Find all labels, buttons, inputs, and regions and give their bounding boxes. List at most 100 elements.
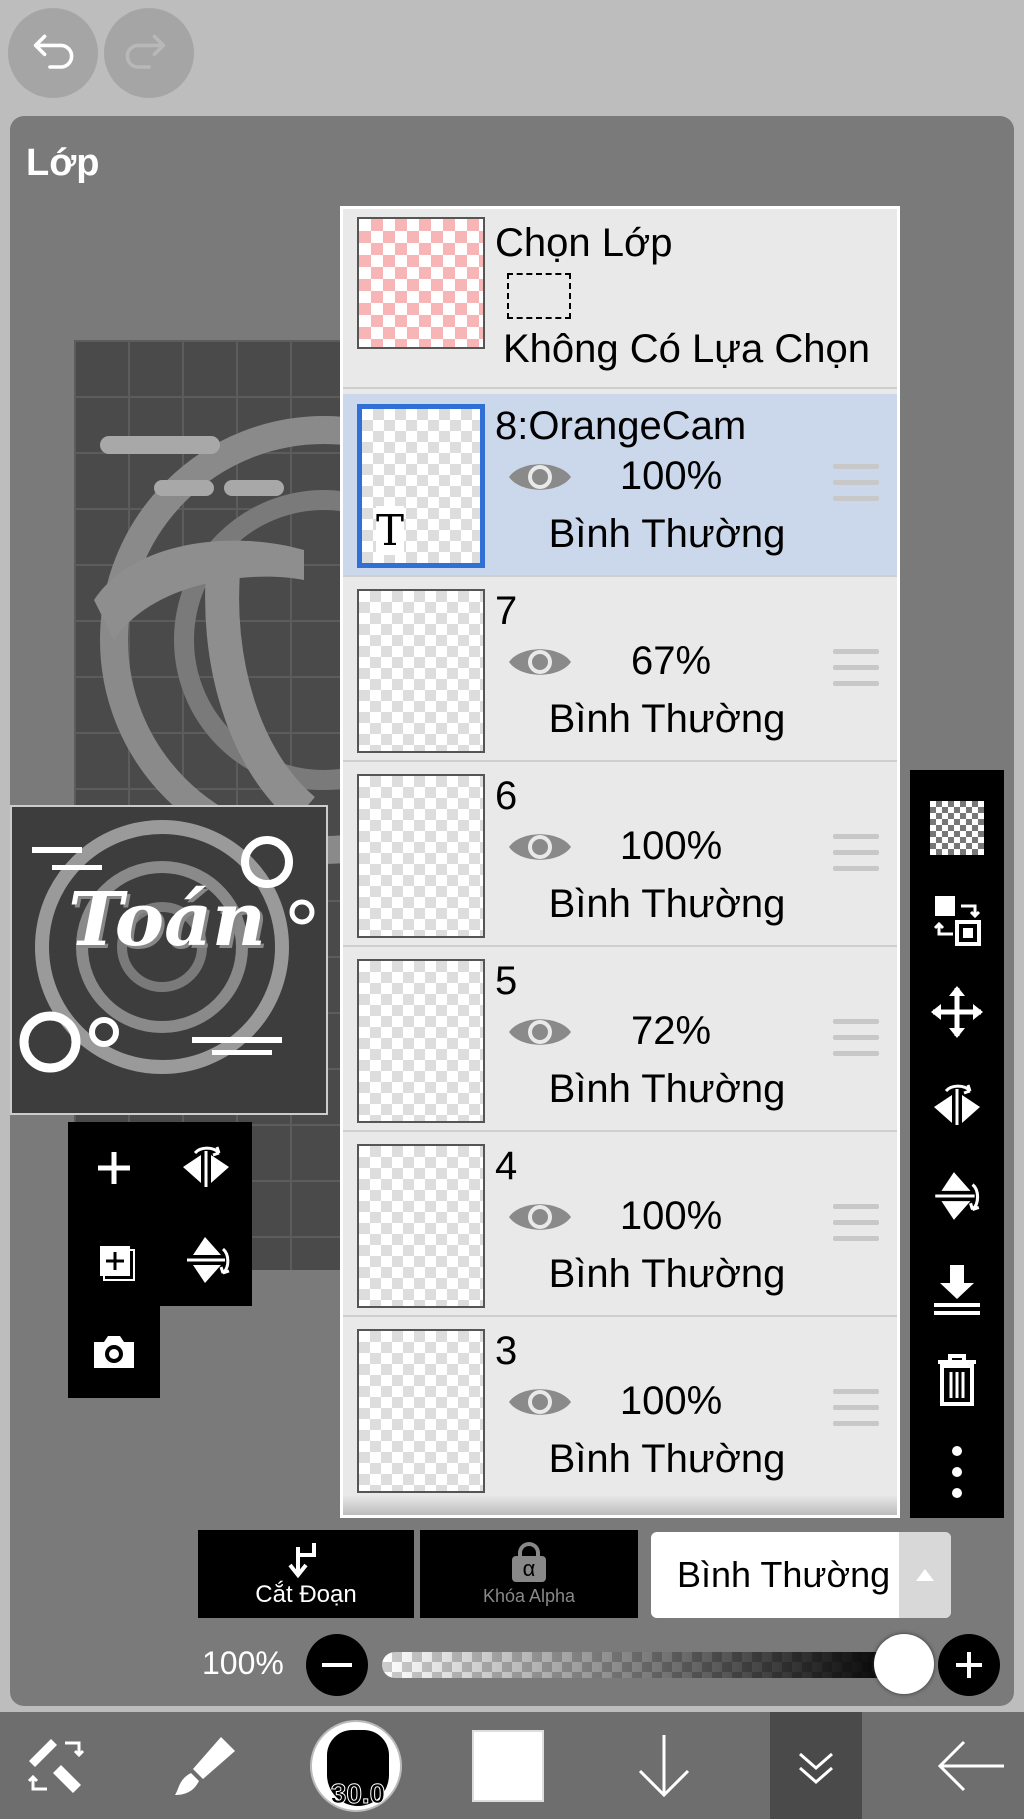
layer-opacity: 100% [619, 454, 723, 498]
layer-list[interactable]: Chọn Lớp Không Có Lựa Chọn T 8:OrangeCam 1… [340, 206, 900, 1518]
eye-icon[interactable] [507, 1196, 573, 1238]
move-button[interactable] [910, 966, 1004, 1058]
arrow-left-icon [937, 1740, 1004, 1791]
eye-icon[interactable] [507, 826, 573, 868]
blend-mode-select[interactable]: Bình Thường [651, 1532, 951, 1618]
brush-size-indicator: 30.0 [310, 1719, 402, 1812]
more-options-button[interactable] [910, 1426, 1004, 1518]
plus-icon [956, 1652, 982, 1678]
back-button[interactable] [920, 1712, 1020, 1819]
layer-row[interactable]: 7 67% Bình Thường [343, 579, 897, 762]
delete-layer-button[interactable] [910, 1334, 1004, 1426]
layer-blend-mode: Bình Thường [548, 697, 786, 741]
layer-row[interactable]: 5 72% Bình Thường [343, 949, 897, 1132]
layer-opacity: 100% [619, 1194, 723, 1238]
layer-name: 3 [495, 1329, 518, 1373]
layer-row[interactable]: 6 100% Bình Thường [343, 764, 897, 947]
layer-thumbnail [357, 774, 485, 938]
flip-vertical-layer-button[interactable] [910, 1150, 1004, 1242]
clip-arrow-icon [288, 1543, 316, 1579]
tool-switch-button[interactable] [6, 1712, 106, 1819]
layer-blend-mode: Bình Thường [548, 882, 786, 926]
undo-button[interactable] [8, 8, 98, 98]
camera-icon [94, 1336, 134, 1368]
layer-blend-mode: Bình Thường [548, 1437, 786, 1481]
flip-vertical-icon [935, 1172, 980, 1220]
text-layer-marker: T [376, 506, 405, 555]
swap-layers-icon [933, 896, 981, 946]
brush-icon [175, 1736, 235, 1795]
swap-layer-button[interactable] [910, 874, 1004, 966]
list-scroll-fade [343, 1495, 897, 1515]
color-button[interactable] [458, 1712, 558, 1819]
flip-horizontal-icon [183, 1146, 229, 1187]
selection-marquee-icon [507, 273, 571, 319]
layer-name: 5 [495, 959, 518, 1003]
drag-handle-icon[interactable] [833, 464, 879, 502]
lock-icon: α [510, 1541, 548, 1582]
alpha-lock-label: Khóa Alpha [482, 1585, 576, 1606]
flip-vertical-button[interactable] [160, 1214, 252, 1306]
layer-blend-mode: Bình Thường [548, 1252, 786, 1296]
camera-button[interactable] [68, 1306, 160, 1398]
minus-icon [322, 1663, 352, 1667]
opacity-slider-handle[interactable] [874, 1634, 934, 1694]
chevron-up-icon[interactable] [899, 1532, 951, 1618]
eye-icon[interactable] [507, 1011, 573, 1053]
alpha-lock-button[interactable]: α Khóa Alpha [420, 1530, 638, 1618]
opacity-slider[interactable] [382, 1652, 902, 1678]
layer-blend-mode: Bình Thường [548, 512, 786, 556]
thumbnail-title: Toán [68, 877, 266, 963]
layer-thumbnail [357, 589, 485, 753]
layer-opacity: 100% [619, 824, 723, 868]
merge-down-button[interactable] [910, 1242, 1004, 1334]
eye-icon[interactable] [507, 641, 573, 683]
layer-opacity: 100% [619, 1379, 723, 1423]
duplicate-layer-button[interactable] [68, 1214, 160, 1306]
drag-handle-icon[interactable] [833, 834, 879, 872]
drag-handle-icon[interactable] [833, 1019, 879, 1057]
layer-name: 6 [495, 774, 518, 818]
right-toolbar [910, 770, 1004, 1518]
clipping-label: Cắt Đoạn [255, 1581, 357, 1608]
document-thumbnail[interactable]: Toán [10, 805, 328, 1115]
layer-name: 4 [495, 1144, 518, 1188]
layer-row[interactable]: T 8:OrangeCam 100% Bình Thường [343, 394, 897, 577]
clipping-button[interactable]: Cắt Đoạn [198, 1530, 414, 1618]
layer-thumbnail [357, 959, 485, 1123]
add-layer-button[interactable] [68, 1122, 160, 1214]
opacity-increase-button[interactable] [938, 1634, 1000, 1696]
eye-icon[interactable] [507, 1381, 573, 1423]
layer-thumbnail [357, 1329, 485, 1493]
layer-blend-mode: Bình Thường [548, 1067, 786, 1111]
checker-icon [930, 801, 984, 855]
layers-toggle-button[interactable] [770, 1712, 862, 1819]
layer-name: 8:OrangeCam [495, 404, 747, 448]
flip-vertical-icon [187, 1237, 230, 1283]
eye-icon[interactable] [507, 456, 573, 498]
layer-thumbnail: T [357, 404, 485, 568]
brush-tool-button[interactable] [156, 1712, 256, 1819]
layer-row[interactable]: 4 100% Bình Thường [343, 1134, 897, 1317]
drag-handle-icon[interactable] [833, 649, 879, 687]
brush-eraser-swap-icon [27, 1738, 85, 1793]
merge-down-icon [934, 1265, 980, 1315]
opacity-decrease-button[interactable] [306, 1634, 368, 1696]
chevron-double-down-icon [799, 1752, 833, 1784]
layer-opacity: 67% [630, 639, 712, 683]
opacity-value: 100% [202, 1645, 284, 1681]
drag-handle-icon[interactable] [833, 1204, 879, 1242]
flip-horizontal-layer-button[interactable] [910, 1058, 1004, 1150]
redo-button[interactable] [104, 8, 194, 98]
layer-thumbnail [357, 1144, 485, 1308]
brush-size-button[interactable]: 30.0 [306, 1712, 406, 1819]
selection-layer-title: Chọn Lớp [495, 221, 673, 265]
layer-row[interactable]: 3 100% Bình Thường [343, 1319, 897, 1502]
transparency-button[interactable] [910, 782, 1004, 874]
undo-icon [33, 34, 74, 69]
drag-handle-icon[interactable] [833, 1389, 879, 1427]
flip-horizontal-button[interactable] [160, 1122, 252, 1214]
import-down-button[interactable] [614, 1712, 714, 1819]
more-vertical-icon [952, 1446, 962, 1498]
selection-layer-row[interactable]: Chọn Lớp Không Có Lựa Chọn [343, 209, 897, 389]
